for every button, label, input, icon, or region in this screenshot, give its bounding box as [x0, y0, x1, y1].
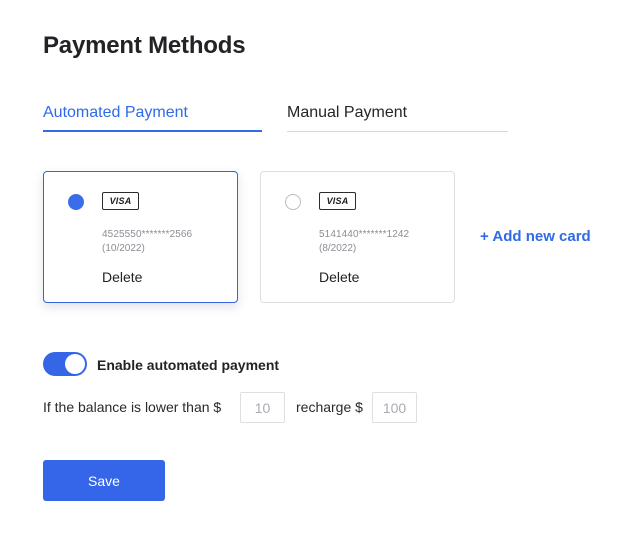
tab-manual-payment[interactable]: Manual Payment [287, 104, 508, 134]
card-expiry: (10/2022) [102, 243, 145, 254]
payment-methods-page: Payment Methods Automated Payment Manual… [0, 0, 643, 541]
save-button[interactable]: Save [43, 460, 165, 501]
card-expiry: (8/2022) [319, 243, 357, 254]
card-number: 4525550*******2566 [102, 229, 193, 240]
tab-automated-payment[interactable]: Automated Payment [43, 104, 262, 134]
payment-tabs: Automated Payment Manual Payment [43, 104, 508, 134]
delete-card-button[interactable]: Delete [319, 269, 359, 285]
card-radio-unselected[interactable] [285, 194, 301, 210]
tab-automated-payment-label: Automated Payment [43, 104, 188, 121]
threshold-label: If the balance is lower than $ [43, 399, 222, 415]
payment-card-1[interactable]: VISA 4525550*******2566 (10/2022) Delete [43, 171, 238, 303]
page-title: Payment Methods [43, 32, 246, 59]
card-number: 5141440*******1242 [319, 229, 410, 240]
add-new-card-link[interactable]: + Add new card [480, 228, 591, 245]
visa-logo-icon: VISA [102, 192, 139, 210]
automated-payment-toggle[interactable] [43, 352, 87, 376]
automated-payment-toggle-label: Enable automated payment [97, 357, 280, 373]
tab-manual-payment-label: Manual Payment [287, 104, 408, 121]
visa-logo-icon: VISA [319, 192, 356, 210]
threshold-amount-input[interactable] [240, 392, 285, 423]
payment-card-2[interactable]: VISA 5141440*******1242 (8/2022) Delete [260, 171, 455, 303]
toggle-knob [65, 354, 85, 374]
recharge-label: recharge $ [296, 399, 363, 415]
delete-card-button[interactable]: Delete [102, 269, 142, 285]
card-radio-selected[interactable] [68, 194, 84, 210]
recharge-amount-input[interactable] [372, 392, 417, 423]
